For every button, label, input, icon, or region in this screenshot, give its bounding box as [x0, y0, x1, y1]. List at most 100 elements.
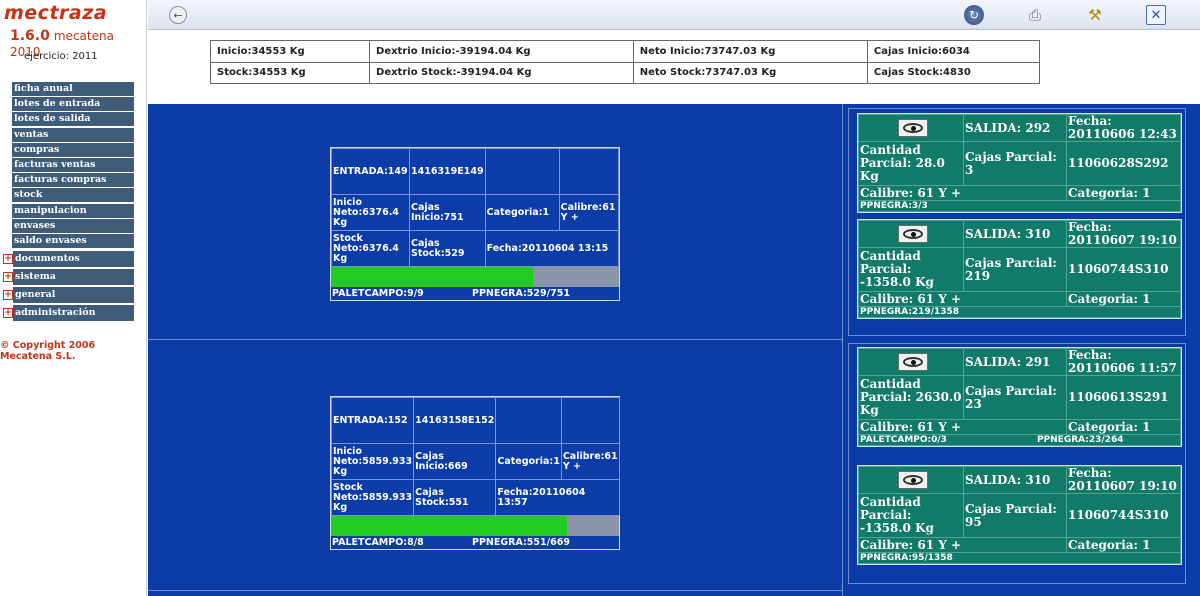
sidebar-group-general[interactable]: + general — [3, 286, 134, 303]
salida-code: 11060628S292 — [1066, 141, 1181, 186]
sidebar-item-envases[interactable]: envases — [12, 218, 134, 233]
sidebar-item-stock[interactable]: stock — [12, 188, 134, 203]
view-cell[interactable] — [858, 220, 964, 248]
sidebar-group-label: administración — [13, 304, 134, 321]
paletcampo-count: PALETCAMPO:9/9 — [332, 288, 424, 299]
entrada-footer: PALETCAMPO:8/8 PPNEGRA:551/669 — [331, 536, 619, 549]
salida-number[interactable]: SALIDA: 292 — [963, 114, 1067, 142]
entrada-lot-card[interactable]: ENTRADA:152 14163158E152 Inicio Neto:585… — [330, 396, 620, 550]
stock-neto: Stock Neto:5859.933 Kg — [330, 479, 415, 516]
summary-cell: Cajas Inicio:6034 — [866, 40, 1041, 63]
sidebar-group-sistema[interactable]: + sistema — [3, 268, 134, 285]
entrada-number[interactable]: ENTRADA:152 — [330, 397, 415, 444]
sidebar-menu: ficha anual lotes de entrada lotes de sa… — [3, 82, 134, 323]
calibre: Calibre:61 Y + — [558, 194, 620, 231]
row-divider — [148, 339, 842, 340]
salida-lot-card[interactable]: SALIDA: 310 Fecha: 20110607 19:10 Cantid… — [857, 465, 1182, 565]
fecha: Fecha:20110604 13:15 — [484, 230, 620, 267]
sidebar-item-ficha-anual[interactable]: ficha anual — [12, 82, 134, 96]
sidebar-item-ventas[interactable]: ventas — [12, 127, 134, 142]
salida-footer: PPNEGRA:219/1358 — [858, 306, 1181, 318]
salida-lot-card[interactable]: SALIDA: 292 Fecha: 20110606 12:43 Cantid… — [857, 113, 1182, 213]
salida-footer: PPNEGRA:3/3 — [858, 200, 1181, 212]
cajas-inicio: Cajas Inicio:751 — [409, 194, 486, 231]
sidebar-group-label: general — [13, 286, 134, 303]
sidebar-group-administracion[interactable]: + administración — [3, 304, 134, 321]
summary-cell: Cajas Stock:4830 — [866, 61, 1041, 84]
calibre: Calibre: 61 Y + — [858, 185, 1067, 201]
expand-plus-icon[interactable]: + — [3, 271, 13, 282]
salida-code: 11060744S310 — [1066, 493, 1181, 538]
printer-icon[interactable]: ⎙ — [1025, 5, 1045, 25]
row-divider — [148, 590, 842, 591]
salida-fecha: Fecha: 20110606 11:57 — [1066, 348, 1181, 376]
ejercicio-label: ejercicio: 2011 — [24, 51, 98, 62]
summary-row-inicio: Inicio:34553 Kg Dextrio Inicio:-39194.04… — [209, 40, 1041, 63]
cantidad-parcial: Cantidad Parcial: -1358.0 Kg — [858, 247, 964, 292]
footer-count: PPNEGRA:95/1358 — [860, 553, 953, 563]
sidebar-item-lotes-entrada[interactable]: lotes de entrada — [12, 97, 134, 112]
summary-cell: Neto Stock:73747.03 Kg — [632, 61, 868, 84]
sidebar-group-label: sistema — [13, 268, 134, 285]
sidebar-item-lotes-salida[interactable]: lotes de salida — [12, 112, 134, 127]
progress-fill — [331, 267, 533, 287]
eye-icon[interactable] — [898, 353, 928, 371]
salida-number[interactable]: SALIDA: 310 — [963, 466, 1067, 494]
expand-plus-icon[interactable]: + — [3, 307, 13, 318]
view-cell[interactable] — [858, 114, 964, 142]
salida-fecha: Fecha: 20110607 19:10 — [1066, 220, 1181, 248]
stock-progress-bar — [331, 516, 619, 536]
paletcampo-count: PALETCAMPO:8/8 — [332, 537, 424, 548]
summary-cell: Stock:34553 Kg — [209, 61, 371, 84]
summary-row-stock: Stock:34553 Kg Dextrio Stock:-39194.04 K… — [209, 61, 1041, 84]
cajas-stock: Cajas Stock:551 — [413, 479, 497, 516]
cajas-parcial: Cajas Parcial: 219 — [963, 247, 1067, 292]
entrada-number[interactable]: ENTRADA:149 — [331, 148, 410, 195]
summary-cell: Neto Inicio:73747.03 Kg — [632, 40, 868, 63]
sidebar-item-compras[interactable]: compras — [12, 142, 134, 157]
inicio-neto: Inicio Neto:5859.933 Kg — [330, 443, 415, 480]
sidebar-group-documentos[interactable]: + documentos — [3, 250, 134, 267]
company-name: Mecatena S.L. — [0, 351, 76, 362]
tools-icon[interactable]: ⚒ — [1085, 5, 1105, 25]
cajas-stock: Cajas Stock:529 — [409, 230, 486, 267]
footer-count: PALETCAMPO:0/3 — [860, 435, 947, 445]
expand-plus-icon[interactable]: + — [3, 253, 13, 264]
ppnegra-count: PPNEGRA:551/669 — [472, 537, 570, 548]
sidebar-item-saldo-envases[interactable]: saldo envases — [12, 233, 134, 248]
categoria: Categoria: 1 — [1066, 185, 1181, 201]
close-icon[interactable]: ✕ — [1146, 5, 1166, 25]
footer-count: PPNEGRA:3/3 — [860, 201, 928, 211]
entrada-lot-card[interactable]: ENTRADA:149 1416319E149 Inicio Neto:6376… — [330, 147, 620, 301]
eye-icon[interactable] — [898, 225, 928, 243]
stock-neto: Stock Neto:6376.4 Kg — [331, 230, 410, 267]
salida-number[interactable]: SALIDA: 291 — [963, 348, 1067, 376]
expand-plus-icon[interactable]: + — [3, 289, 13, 300]
view-cell[interactable] — [858, 466, 964, 494]
view-cell[interactable] — [858, 348, 964, 376]
column-divider — [842, 104, 843, 596]
fecha: Fecha:20110604 13:57 — [495, 479, 620, 516]
copyright-line: © Copyright 2006 — [0, 340, 96, 351]
app-logo[interactable]: mectraza — [4, 2, 107, 24]
salida-number[interactable]: SALIDA: 310 — [963, 220, 1067, 248]
ppnegra-count: PPNEGRA:529/751 — [472, 288, 570, 299]
eye-icon[interactable] — [898, 471, 928, 489]
eye-icon[interactable] — [898, 119, 928, 137]
refresh-icon[interactable]: ↻ — [964, 5, 984, 25]
sidebar-item-manipulacion[interactable]: manipulacion — [12, 203, 134, 218]
empty-cell — [560, 397, 620, 444]
calibre: Calibre: 61 Y + — [858, 291, 1067, 307]
inicio-neto: Inicio Neto:6376.4 Kg — [331, 194, 410, 231]
salida-lot-card[interactable]: SALIDA: 291 Fecha: 20110606 11:57 Cantid… — [857, 347, 1182, 447]
salida-code: 11060744S310 — [1066, 247, 1181, 292]
salida-lot-card[interactable]: SALIDA: 310 Fecha: 20110607 19:10 Cantid… — [857, 219, 1182, 319]
sidebar: mectraza 1.6.0 mecatena 2010 ejercicio: 2… — [0, 0, 147, 596]
entrada-code: 14163158E152 — [413, 397, 497, 444]
footer-count: PPNEGRA:219/1358 — [860, 307, 960, 317]
cajas-parcial: Cajas Parcial: 3 — [963, 141, 1067, 186]
cajas-parcial: Cajas Parcial: 95 — [963, 493, 1067, 538]
back-arrow-icon[interactable]: ← — [169, 6, 187, 24]
sidebar-item-facturas-compras[interactable]: facturas compras — [12, 173, 134, 188]
sidebar-item-facturas-ventas[interactable]: facturas ventas — [12, 157, 134, 172]
